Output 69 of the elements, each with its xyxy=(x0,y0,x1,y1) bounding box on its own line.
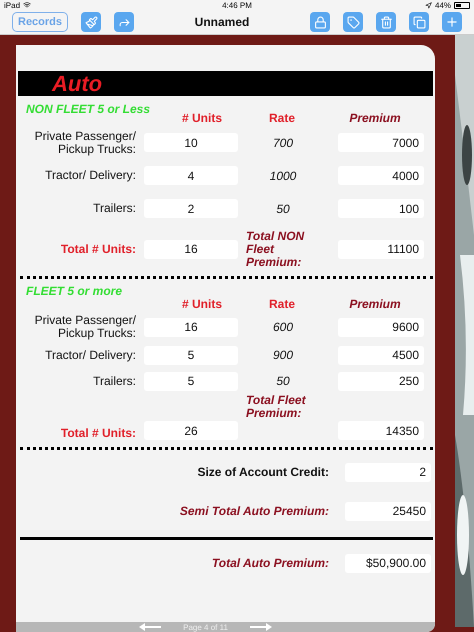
copy-icon xyxy=(412,16,426,29)
column-header: # Units xyxy=(180,111,223,126)
column-header: Premium xyxy=(348,111,402,126)
units-field[interactable]: 5 xyxy=(144,346,238,364)
semi-total-field[interactable]: 25450 xyxy=(345,502,431,520)
brush-icon xyxy=(84,16,98,29)
clock: 4:46 PM xyxy=(222,0,252,10)
rate-value: 700 xyxy=(272,136,294,150)
total-label: Total Auto Premium: xyxy=(210,556,330,570)
total-units-label: Total # Units: xyxy=(60,427,137,440)
row-label: Tractor/ Delivery: xyxy=(44,348,137,362)
column-header: Rate xyxy=(268,111,296,126)
units-field[interactable]: 2 xyxy=(144,199,238,218)
premium-field[interactable]: 4000 xyxy=(338,166,424,185)
plus-icon xyxy=(445,15,459,30)
rate-value: 1000 xyxy=(268,168,298,182)
lock-icon xyxy=(314,16,326,29)
row-label: Trailers: xyxy=(92,374,137,388)
window-title: Unnamed xyxy=(194,15,250,30)
lock-button[interactable] xyxy=(310,12,330,32)
total-units-label: Total # Units: xyxy=(60,242,137,256)
wifi-icon xyxy=(23,1,32,10)
tag-icon xyxy=(346,16,360,29)
form-title: Auto xyxy=(18,71,433,96)
back-arrow-icon[interactable] xyxy=(139,623,162,631)
rate-value: 50 xyxy=(275,202,291,216)
credit-field[interactable]: 2 xyxy=(345,462,431,482)
row-label: Private Passenger/ Pickup Trucks: xyxy=(34,314,137,340)
rate-value: 900 xyxy=(272,348,294,362)
row-label: Private Passenger/ Pickup Trucks: xyxy=(34,130,137,156)
location-icon xyxy=(425,2,432,9)
tag-button[interactable] xyxy=(343,12,363,32)
semi-total-label: Semi Total Auto Premium: xyxy=(178,504,330,518)
total-units-field[interactable]: 26 xyxy=(144,421,238,440)
trash-button[interactable] xyxy=(376,12,396,32)
row-label: Trailers: xyxy=(92,202,137,215)
trash-icon xyxy=(380,16,392,29)
battery-icon xyxy=(454,2,470,9)
forward-arrow-icon[interactable] xyxy=(250,623,272,631)
rate-value: 50 xyxy=(275,374,291,388)
column-header: Premium xyxy=(348,297,402,312)
total-premium-field[interactable]: 14350 xyxy=(338,421,424,440)
share-button[interactable] xyxy=(114,12,134,32)
premium-field[interactable]: 9600 xyxy=(338,318,424,336)
total-field[interactable]: $50,900.00 xyxy=(345,554,431,572)
total-units-field[interactable]: 16 xyxy=(144,240,238,258)
premium-field[interactable]: 7000 xyxy=(338,133,424,152)
section-heading: NON FLEET 5 or Less xyxy=(25,102,152,117)
premium-field[interactable]: 100 xyxy=(338,199,424,218)
brush-button[interactable] xyxy=(81,12,102,32)
credit-label: Size of Account Credit: xyxy=(196,466,330,478)
row-label: Tractor/ Delivery: xyxy=(44,169,137,182)
units-field[interactable]: 10 xyxy=(144,133,238,152)
units-field[interactable]: 16 xyxy=(144,318,238,336)
rate-value: 600 xyxy=(272,320,294,334)
copy-button[interactable] xyxy=(409,12,429,32)
device-name: iPad xyxy=(4,0,20,10)
column-header: # Units xyxy=(180,297,223,312)
section-heading: FLEET 5 or more xyxy=(25,284,124,299)
add-button[interactable] xyxy=(442,12,462,32)
total-premium-label: Total Fleet Premium: xyxy=(245,394,307,420)
battery-percent: 44% xyxy=(435,0,452,10)
total-premium-field[interactable]: 11100 xyxy=(338,240,424,258)
premium-field[interactable]: 250 xyxy=(338,372,424,390)
column-header: Rate xyxy=(268,297,296,312)
units-field[interactable]: 5 xyxy=(144,372,238,390)
total-premium-label: Total NON Fleet Premium: xyxy=(245,230,306,268)
premium-field[interactable]: 4500 xyxy=(338,346,424,364)
units-field[interactable]: 4 xyxy=(144,166,238,185)
